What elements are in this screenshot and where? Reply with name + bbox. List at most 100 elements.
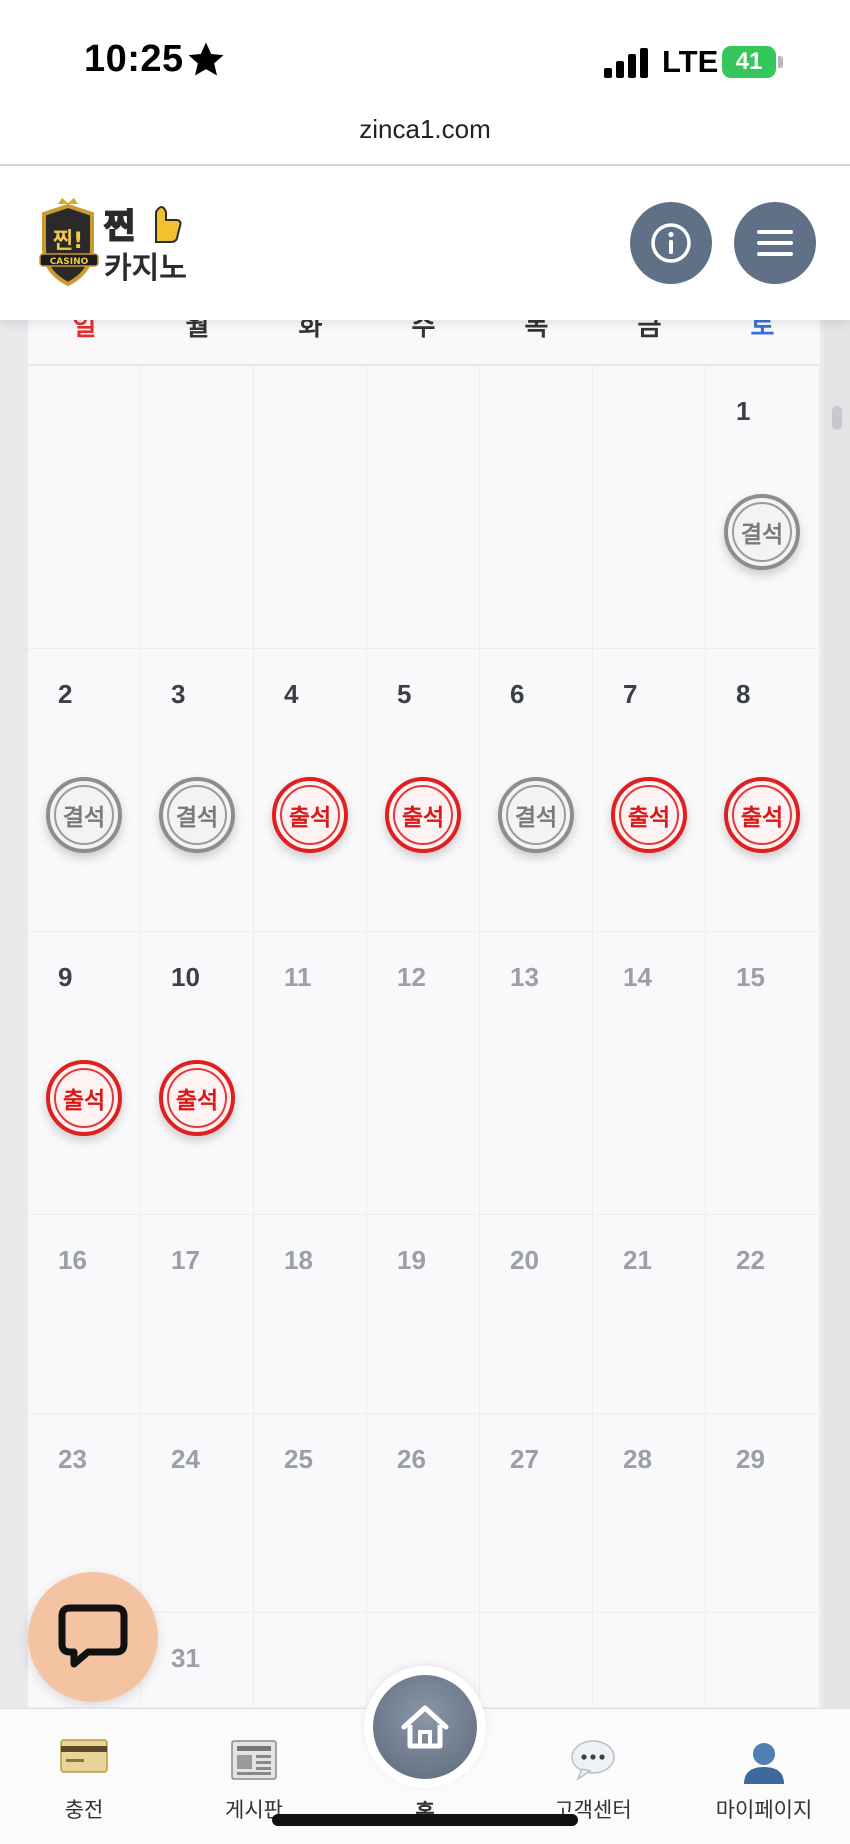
calendar-cell-25[interactable]: 25 xyxy=(254,1414,367,1613)
calendar-cell-2[interactable]: 2 결석 xyxy=(28,649,141,932)
day-number: 3 xyxy=(171,679,186,709)
info-button[interactable] xyxy=(630,202,712,284)
calendar-cell-12[interactable]: 12 xyxy=(367,932,480,1215)
battery-icon: 41 xyxy=(722,46,784,78)
calendar-cell-20[interactable]: 20 xyxy=(480,1215,593,1414)
calendar-cell-3[interactable]: 3 결석 xyxy=(141,649,254,932)
day-number: 26 xyxy=(397,1444,426,1474)
present-stamp: 출석 xyxy=(159,1060,235,1136)
calendar-cell-7[interactable]: 7 출석 xyxy=(593,649,706,932)
browser-url[interactable]: zinca1.com xyxy=(0,114,850,145)
day-number: 11 xyxy=(284,962,312,992)
calendar-cell-empty xyxy=(367,366,480,649)
home-button[interactable] xyxy=(364,1666,486,1788)
day-number: 5 xyxy=(397,679,412,709)
site-header: 찐! CASINO 찐 카지노 xyxy=(0,166,850,320)
status-time: 10:25 xyxy=(84,38,184,80)
day-number: 22 xyxy=(736,1245,765,1275)
calendar-cell-15[interactable]: 15 xyxy=(706,932,819,1215)
cellular-signal-icon xyxy=(604,48,648,78)
calendar-cell-9[interactable]: 9 출석 xyxy=(28,932,141,1215)
calendar-cell-17[interactable]: 17 xyxy=(141,1215,254,1414)
calendar-cell-1[interactable]: 1 결석 xyxy=(706,366,819,649)
status-bar: 10:25 LTE 41 zinca1.com xyxy=(0,0,850,166)
calendar-cell-8[interactable]: 8 출석 xyxy=(706,649,819,932)
credit-card-icon xyxy=(60,1739,108,1773)
weekday-tue: 화 xyxy=(298,320,323,341)
day-number: 27 xyxy=(510,1444,539,1474)
calendar-cell-16[interactable]: 16 xyxy=(28,1215,141,1414)
info-icon xyxy=(651,223,691,263)
day-number: 4 xyxy=(284,679,299,709)
calendar-cell-11[interactable]: 11 xyxy=(254,932,367,1215)
calendar-cell-empty xyxy=(141,366,254,649)
calendar-cell-22[interactable]: 22 xyxy=(706,1215,819,1414)
scrollbar-thumb[interactable] xyxy=(832,406,842,430)
calendar-cell-24[interactable]: 24 xyxy=(141,1414,254,1613)
casino-logo[interactable]: 찐! CASINO 찐 카지노 xyxy=(34,196,214,292)
absent-stamp: 결석 xyxy=(498,777,574,853)
stamp-label: 출석 xyxy=(62,1087,106,1113)
day-number: 7 xyxy=(623,679,638,709)
day-number: 28 xyxy=(623,1444,652,1474)
menu-button[interactable] xyxy=(734,202,816,284)
day-number: 8 xyxy=(736,679,751,709)
calendar-cell-31[interactable]: 31 xyxy=(141,1613,254,1708)
day-number: 15 xyxy=(736,962,765,992)
calendar-cell-14[interactable]: 14 xyxy=(593,932,706,1215)
calendar-cell-10[interactable]: 10 출석 xyxy=(141,932,254,1215)
present-stamp: 출석 xyxy=(46,1060,122,1136)
calendar-cell-18[interactable]: 18 xyxy=(254,1215,367,1414)
day-number: 20 xyxy=(510,1245,539,1275)
day-number: 25 xyxy=(284,1444,313,1474)
calendar-cell-empty xyxy=(480,1613,593,1708)
calendar-cell-empty xyxy=(254,366,367,649)
stamp-label: 출석 xyxy=(175,1087,219,1113)
calendar-cell-5[interactable]: 5 출석 xyxy=(367,649,480,932)
day-number: 1 xyxy=(736,396,751,426)
calendar-cell-empty xyxy=(593,366,706,649)
calendar-cell-29[interactable]: 29 xyxy=(706,1414,819,1613)
calendar-cell-empty xyxy=(593,1613,706,1708)
weekday-header: 일 월 화 수 목 금 토 xyxy=(28,320,820,366)
day-number: 18 xyxy=(284,1245,313,1275)
day-number: 12 xyxy=(397,962,426,992)
day-number: 31 xyxy=(171,1643,200,1673)
logo-text-top: 찐! xyxy=(53,229,83,254)
day-number: 24 xyxy=(171,1444,200,1474)
nav-charge-label: 충전 xyxy=(64,1799,104,1822)
svg-text:찐: 찐 xyxy=(104,207,135,247)
calendar-cell-13[interactable]: 13 xyxy=(480,932,593,1215)
speech-bubble-icon xyxy=(571,1740,615,1781)
calendar-cell-28[interactable]: 28 xyxy=(593,1414,706,1613)
day-number: 19 xyxy=(397,1245,426,1275)
right-gutter xyxy=(824,320,850,1708)
calendar-cell-empty xyxy=(480,366,593,649)
home-indicator[interactable] xyxy=(272,1814,578,1826)
battery-level: 41 xyxy=(735,48,763,75)
stamp-label: 결석 xyxy=(740,521,784,547)
calendar-cell-26[interactable]: 26 xyxy=(367,1414,480,1613)
weekday-mon: 월 xyxy=(185,320,210,341)
calendar-cell-27[interactable]: 27 xyxy=(480,1414,593,1613)
weekday-sat: 토 xyxy=(750,320,775,341)
calendar-cell-19[interactable]: 19 xyxy=(367,1215,480,1414)
live-chat-button[interactable] xyxy=(28,1572,158,1702)
weekday-sun: 일 xyxy=(72,320,97,341)
day-number: 13 xyxy=(510,962,539,992)
chat-bubble-icon xyxy=(58,1604,128,1668)
calendar-cell-4[interactable]: 4 출석 xyxy=(254,649,367,932)
nav-mypage-label: 마이페이지 xyxy=(715,1799,813,1822)
calendar-cell-empty xyxy=(28,366,141,649)
newspaper-icon xyxy=(231,1740,277,1780)
hamburger-icon xyxy=(757,230,793,256)
nav-mypage[interactable]: 마이페이지 xyxy=(689,1709,839,1844)
absent-stamp: 결석 xyxy=(724,494,800,570)
day-number: 10 xyxy=(171,962,200,992)
calendar-cell-6[interactable]: 6 결석 xyxy=(480,649,593,932)
calendar-cell-21[interactable]: 21 xyxy=(593,1215,706,1414)
stamp-label: 출석 xyxy=(401,804,445,830)
present-stamp: 출석 xyxy=(385,777,461,853)
nav-charge[interactable]: 충전 xyxy=(9,1709,159,1844)
day-number: 16 xyxy=(58,1245,87,1275)
